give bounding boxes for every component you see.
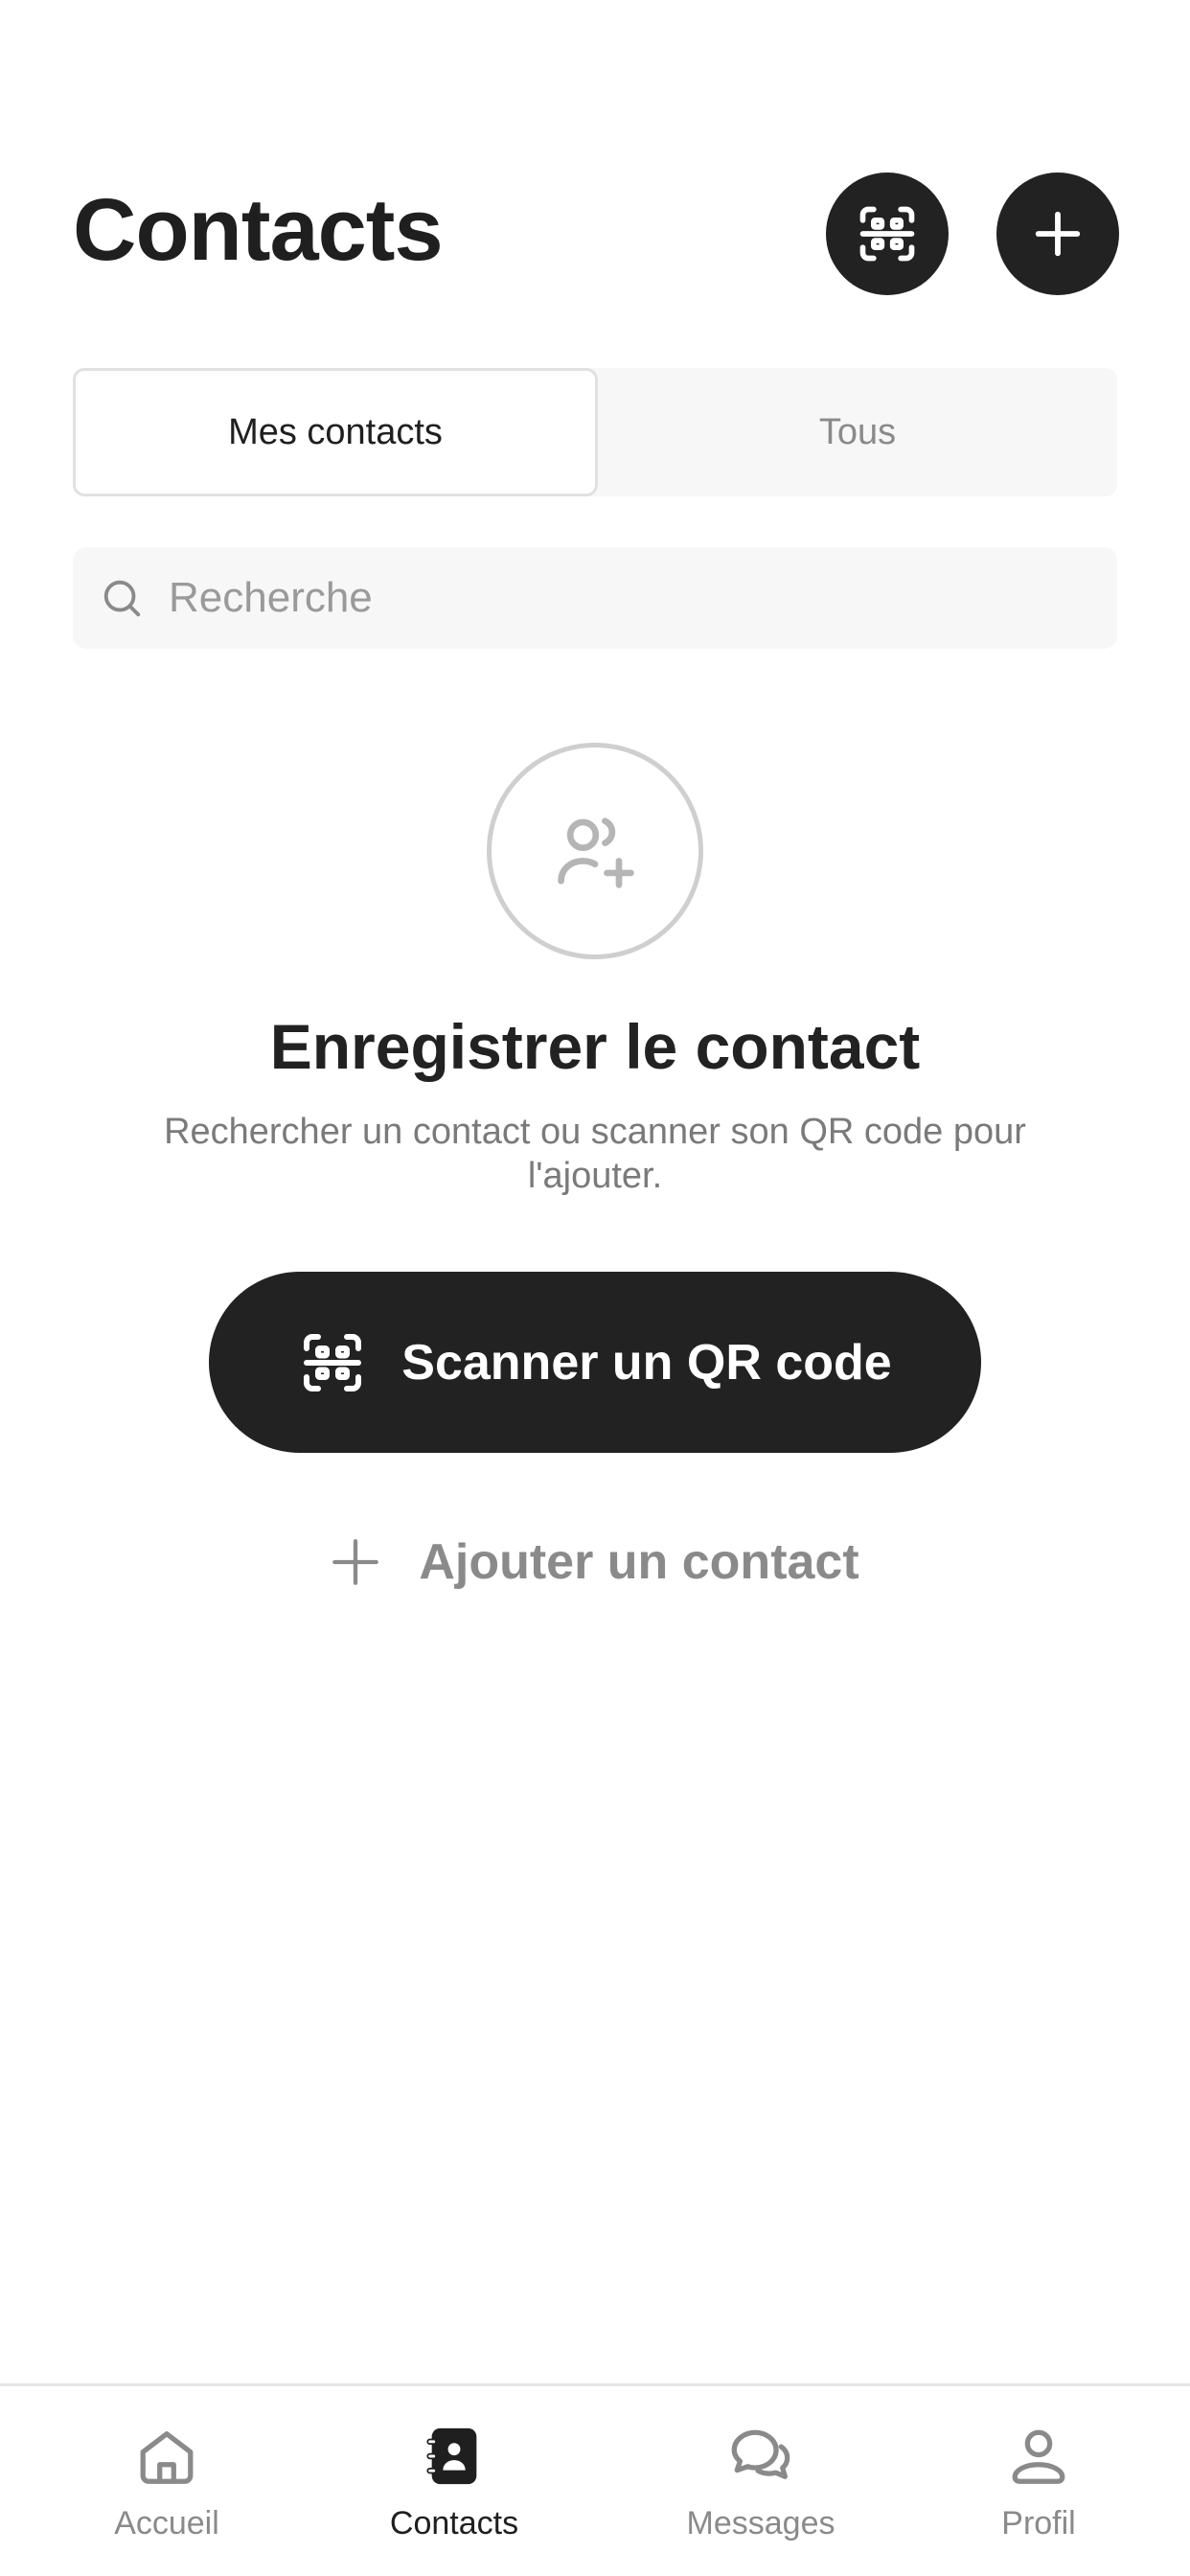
contacts-book-icon: [426, 2427, 477, 2485]
nav-item-accueil[interactable]: Accueil: [61, 2386, 272, 2576]
empty-state-description: Rechercher un contact ou scanner son QR …: [164, 1112, 1026, 1196]
empty-state-illustration: [487, 743, 703, 959]
add-contact-link[interactable]: Ajouter un contact: [0, 1524, 1190, 1600]
contacts-screen: Contacts Mes contacts Tous Recherche Enr…: [0, 0, 1190, 2576]
add-contact-button[interactable]: [996, 172, 1119, 295]
chat-bubbles-icon: [731, 2429, 790, 2479]
plus-icon: [332, 1539, 379, 1585]
qr-scan-icon: [304, 1333, 362, 1392]
add-contact-label: Ajouter un contact: [419, 1534, 859, 1590]
nav-label: Accueil: [114, 2505, 219, 2542]
user-add-icon: [558, 817, 634, 888]
header: Contacts: [73, 172, 1119, 297]
scan-qr-code-label: Scanner un QR code: [401, 1334, 892, 1391]
search-icon: [103, 580, 141, 617]
search-bar[interactable]: [73, 547, 1117, 649]
plus-icon: [1035, 211, 1081, 257]
nav-label: Messages: [686, 2505, 835, 2542]
page-title: Contacts: [73, 181, 444, 279]
tab-tous[interactable]: Tous: [598, 368, 1117, 496]
nav-label: Contacts: [389, 2505, 519, 2542]
nav-label: Profil: [1001, 2505, 1076, 2542]
nav-item-profil[interactable]: Profil: [933, 2386, 1144, 2576]
nav-item-messages[interactable]: Messages: [655, 2386, 866, 2576]
nav-item-contacts[interactable]: Contacts: [349, 2386, 560, 2576]
empty-state-title: Enregistrer le contact: [269, 1011, 921, 1082]
search-input[interactable]: [169, 574, 1117, 622]
qr-scan-icon: [859, 206, 915, 262]
user-icon: [1012, 2429, 1065, 2484]
home-icon: [140, 2431, 194, 2484]
contacts-filter-tabs: Mes contacts Tous: [73, 368, 1117, 496]
bottom-navigation: Accueil Contacts Messages Profil: [0, 2383, 1190, 2576]
scan-qr-code-button[interactable]: Scanner un QR code: [209, 1272, 981, 1453]
tab-mes-contacts[interactable]: Mes contacts: [73, 368, 598, 496]
scan-qr-button[interactable]: [826, 172, 949, 295]
